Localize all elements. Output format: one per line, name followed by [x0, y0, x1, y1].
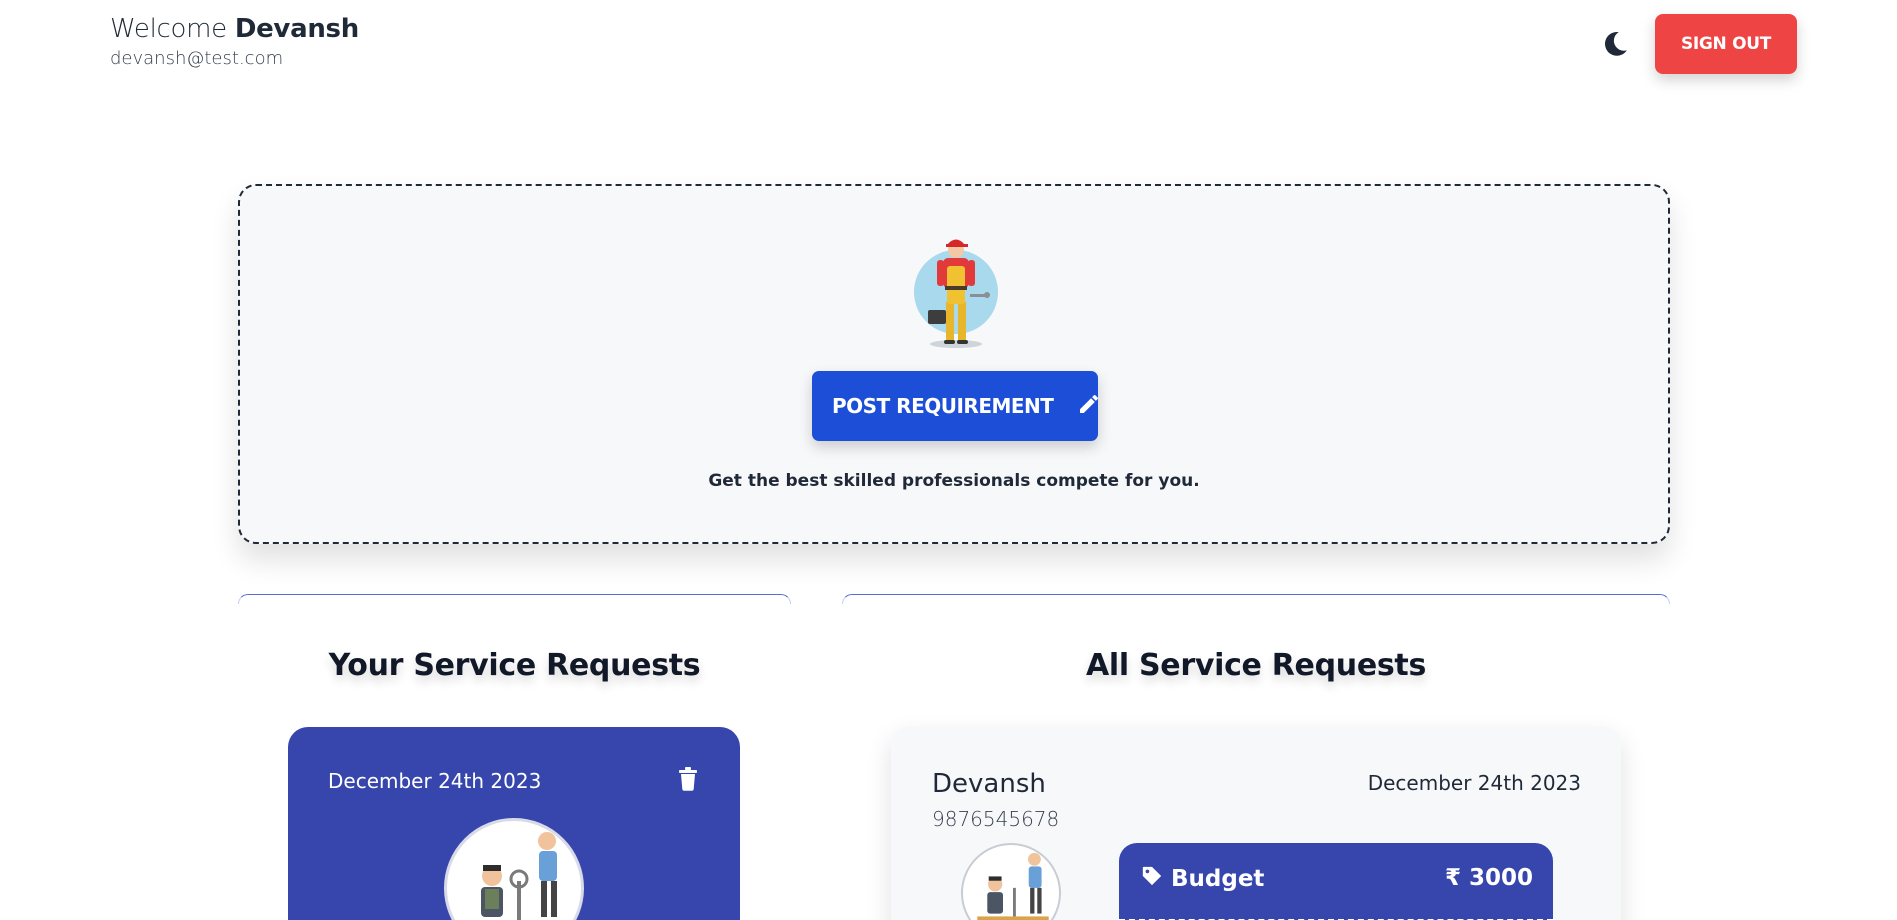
budget-label-group: Budget — [1141, 865, 1264, 893]
post-requirement-card: POST REQUIREMENT Get the best skilled pr… — [238, 184, 1670, 544]
request-date: December 24th 2023 — [1367, 771, 1581, 795]
user-email: devansh@test.com — [110, 48, 284, 69]
budget-panel: Budget ₹ 3000 — [1119, 843, 1553, 920]
pencil-icon — [1077, 392, 1101, 420]
handyman-illustration — [906, 232, 1006, 352]
requester-phone: 9876545678 — [932, 807, 1060, 831]
moon-icon[interactable] — [1600, 28, 1630, 60]
all-requests-title: All Service Requests — [1085, 648, 1427, 683]
budget-label: Budget — [1171, 866, 1265, 892]
post-requirement-button[interactable]: POST REQUIREMENT — [812, 371, 1101, 441]
post-requirement-label: POST REQUIREMENT — [832, 394, 1054, 418]
trash-icon[interactable] — [678, 767, 698, 791]
welcome-block: Welcome Devansh devansh@test.com — [110, 14, 359, 69]
welcome-heading: Welcome Devansh — [110, 14, 359, 44]
carpenters-illustration — [961, 843, 1061, 920]
welcome-prefix: Welcome — [110, 14, 227, 44]
your-request-card[interactable]: December 24th 2023 — [288, 727, 740, 920]
carpenters-illustration — [444, 818, 584, 920]
tag-icon — [1141, 865, 1163, 893]
all-request-card[interactable]: Devansh 9876545678 December 24th 2023 Bu… — [891, 727, 1621, 920]
user-name: Devansh — [234, 14, 359, 44]
all-requests-divider — [842, 594, 1670, 604]
your-requests-title: Your Service Requests — [328, 648, 701, 683]
post-tagline: Get the best skilled professionals compe… — [708, 471, 1200, 491]
budget-value: ₹ 3000 — [1444, 865, 1533, 891]
your-requests-divider — [238, 594, 791, 604]
requester-name: Devansh — [932, 769, 1046, 799]
sign-out-button[interactable]: SIGN OUT — [1655, 14, 1797, 74]
request-date: December 24th 2023 — [328, 769, 542, 793]
